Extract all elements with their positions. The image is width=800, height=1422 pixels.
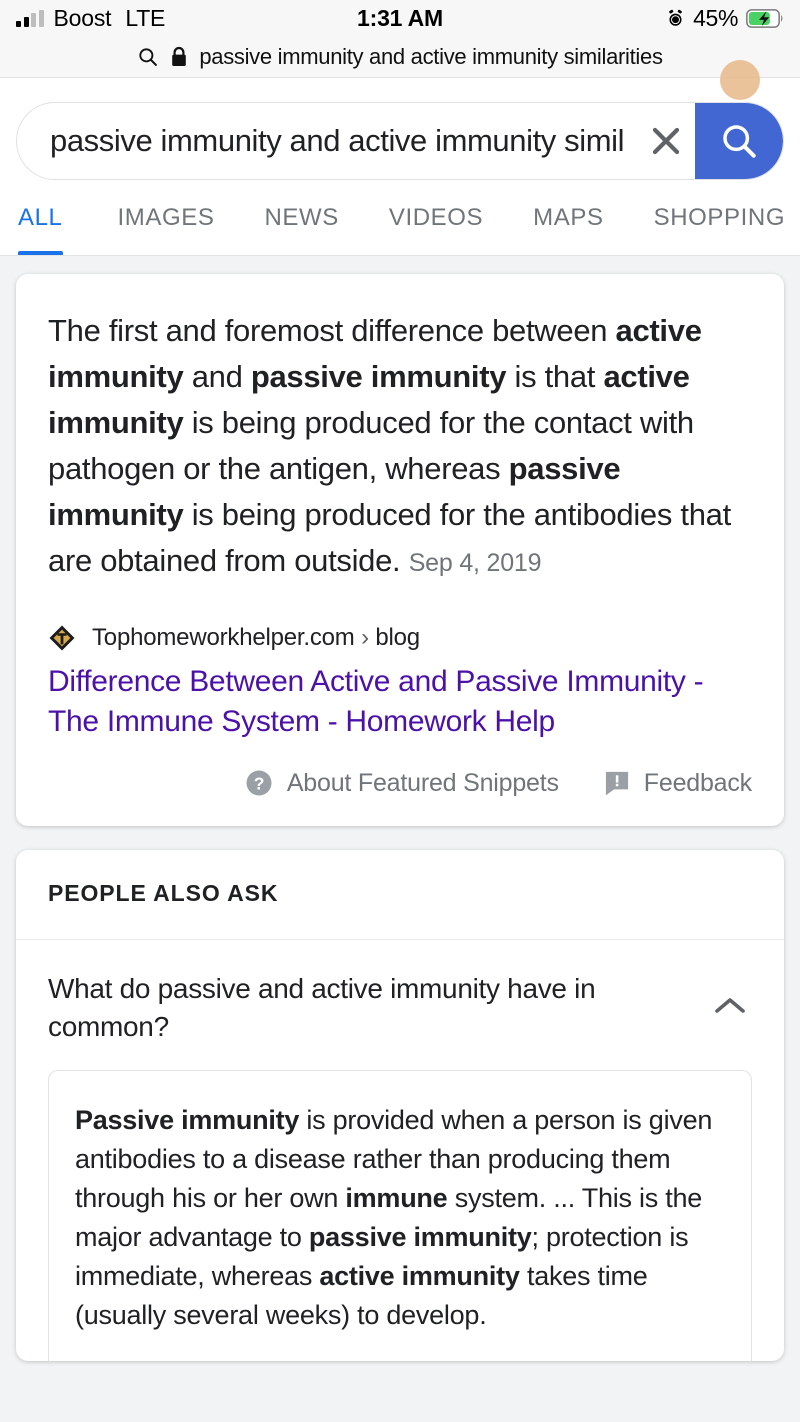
result-source-row[interactable]: Tophomeworkhelper.com › blog: [16, 596, 784, 652]
featured-snippet-body: The first and foremost difference betwee…: [16, 274, 784, 596]
people-also-ask-answer-text: Passive immunity is provided when a pers…: [75, 1101, 725, 1335]
search-box[interactable]: passive immunity and active immunity sim…: [16, 102, 784, 180]
tab-images[interactable]: IMAGES: [93, 194, 240, 255]
about-featured-snippets-button[interactable]: ? About Featured Snippets: [244, 768, 559, 798]
search-icon: [139, 47, 158, 66]
people-also-ask-answer-box: Passive immunity is provided when a pers…: [48, 1070, 752, 1361]
feedback-flag-icon: [605, 771, 628, 796]
feedback-button[interactable]: Feedback: [603, 769, 752, 798]
result-domain: Tophomeworkhelper.com: [92, 624, 355, 651]
result-path: blog: [375, 624, 420, 651]
page-content: passive immunity and active immunity sim…: [0, 60, 800, 1361]
tophomeworkhelper-diamond-t-icon: [49, 625, 75, 651]
feedback-label: Feedback: [643, 768, 752, 797]
lock-icon: [172, 46, 187, 66]
status-bar: Boost LTE 1:31 AM 45%: [0, 0, 800, 36]
status-bar-left: Boost LTE: [16, 5, 165, 32]
alarm-clock-icon: [669, 9, 682, 26]
result-breadcrumb: Tophomeworkhelper.com › blog: [92, 624, 420, 652]
clear-search-button[interactable]: [637, 103, 695, 179]
close-icon: [652, 127, 680, 155]
tab-all[interactable]: ALL: [18, 194, 93, 255]
people-also-ask-header: PEOPLE ALSO ASK: [16, 850, 784, 940]
featured-snippet-card: The first and foremost difference betwee…: [16, 274, 784, 826]
battery-percent-label: 45%: [693, 4, 738, 31]
featured-snippet-text: The first and foremost difference betwee…: [48, 308, 752, 586]
featured-snippet-date: Sep 4, 2019: [408, 549, 542, 577]
featured-snippet-rich-text: The first and foremost difference betwee…: [48, 313, 731, 578]
result-title-link[interactable]: Difference Between Active and Passive Im…: [16, 652, 784, 742]
browser-url-bar[interactable]: passive immunity and active immunity sim…: [0, 36, 800, 78]
url-text: passive immunity and active immunity sim…: [199, 43, 663, 69]
search-input[interactable]: passive immunity and active immunity sim…: [17, 123, 637, 159]
people-also-ask-answer-rich-text: Passive immunity is provided when a pers…: [75, 1105, 713, 1330]
search-vertical-tabs[interactable]: ALL IMAGES NEWS VIDEOS MAPS SHOPPING: [0, 194, 800, 256]
tab-shopping[interactable]: SHOPPING: [629, 194, 800, 255]
tab-news[interactable]: NEWS: [239, 194, 363, 255]
signal-bars-icon: [16, 9, 44, 27]
chevron-up-icon: [715, 998, 745, 1013]
people-also-ask-card: PEOPLE ALSO ASK What do passive and acti…: [16, 850, 784, 1361]
carrier-name: Boost: [53, 4, 112, 31]
status-bar-right: 45%: [666, 5, 784, 32]
search-icon: [723, 125, 756, 158]
tab-maps[interactable]: MAPS: [508, 194, 628, 255]
search-submit-button[interactable]: [695, 103, 783, 179]
featured-snippet-actions: ? About Featured Snippets Feedback: [16, 742, 784, 826]
search-row: passive immunity and active immunity sim…: [0, 78, 800, 180]
svg-text:?: ?: [254, 773, 264, 793]
about-featured-snippets-label: About Featured Snippets: [286, 768, 559, 797]
people-also-ask-item: What do passive and active immunity have…: [16, 940, 784, 1361]
network-type: LTE: [125, 4, 166, 31]
people-also-ask-question-row[interactable]: What do passive and active immunity have…: [48, 970, 752, 1046]
people-also-ask-question[interactable]: What do passive and active immunity have…: [48, 970, 688, 1046]
search-results: The first and foremost difference betwee…: [0, 256, 800, 1361]
mobile-browser-screen: Boost LTE 1:31 AM 45% passive immunity a…: [0, 0, 800, 1422]
tab-videos[interactable]: VIDEOS: [364, 194, 508, 255]
battery-charging-icon: [746, 8, 783, 28]
help-circle-icon: ?: [246, 770, 272, 796]
breadcrumb-separator: ›: [361, 624, 369, 651]
people-also-ask-toggle[interactable]: [708, 984, 752, 1028]
